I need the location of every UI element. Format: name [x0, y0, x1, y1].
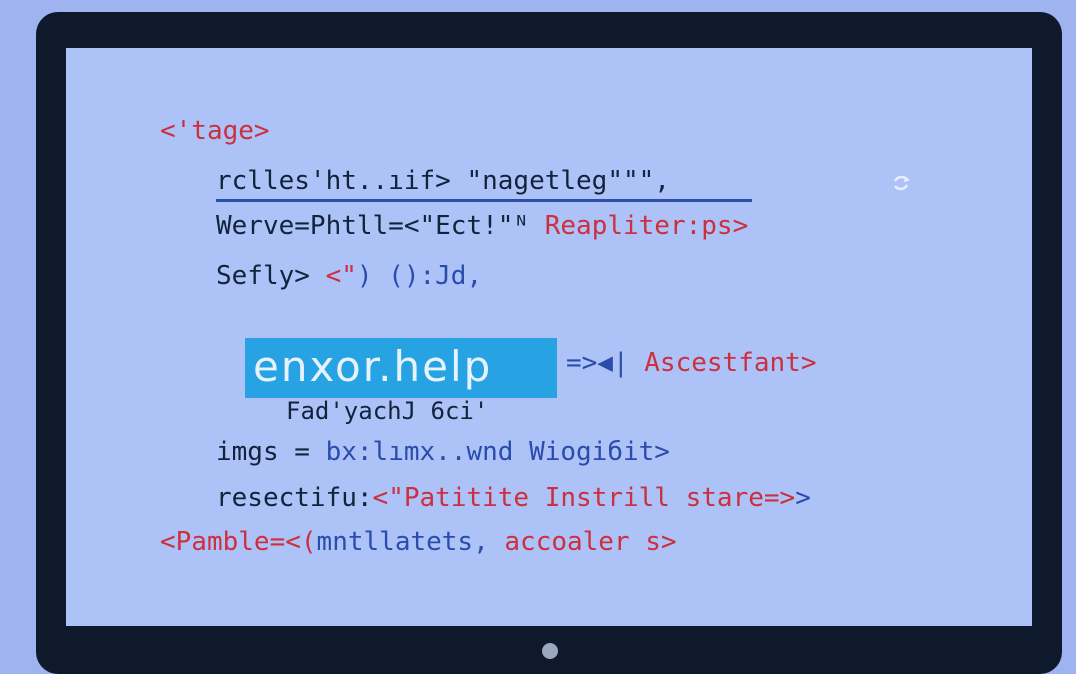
code-line-5-part-c: Ascestfant>: [644, 348, 817, 378]
code-line-8-part-b: <"Patitite Instrill stare=>: [372, 483, 796, 513]
selected-code-highlight[interactable]: enxor.help: [245, 338, 557, 398]
code-line-9-part-c: accoaler s>: [504, 527, 677, 557]
code-line-3-part-a: Werve=Phtll=<"Ect!"ᴺ: [216, 211, 545, 241]
code-line-5-part-b: =>◀|: [566, 348, 645, 378]
code-line-8-part-a: resectifu:: [216, 483, 373, 513]
code-underline: [216, 199, 752, 202]
code-line-3-part-b: Reapliter:ps>: [544, 211, 749, 241]
refresh-icon: [893, 175, 910, 191]
webcam-dot-icon: [542, 643, 558, 659]
code-line-2: rclles'ht..ıif> "nagetleg""",: [216, 166, 670, 196]
code-line-4-part-a: Sefly>: [216, 261, 326, 291]
code-line-7-part-b: bx:lımx..wnd Wiogiбit>: [325, 437, 670, 467]
code-line-7-part-a: imgs =: [216, 437, 326, 467]
code-line-4-part-c: ) ():Jd,: [356, 261, 483, 291]
code-line-1: <'tage>: [160, 116, 270, 146]
code-line-8: resectifu:<"Patitite Instrill stare=>>: [216, 483, 811, 513]
highlight-text: enxor.help: [253, 342, 493, 391]
code-line-4-part-b: <": [325, 261, 357, 291]
code-line-6: Fad'yachJ 6ci': [286, 397, 489, 425]
code-line-9-part-a: <Pamble=<(: [160, 527, 317, 557]
code-line-3: Werve=Phtll=<"Ect!"ᴺ Reapliter:ps>: [216, 211, 748, 241]
code-line-2-part-b: "nagetleg""",: [466, 166, 670, 196]
code-line-9-part-b: mntllatets,: [316, 527, 505, 557]
code-line-8-part-c: >: [795, 483, 811, 513]
code-line-5-tail: =>◀| Ascestfant>: [566, 348, 816, 378]
code-line-7: imgs = bx:lımx..wnd Wiogiбit>: [216, 437, 670, 467]
code-line-2-part-a: rclles'ht..ıif>: [216, 166, 467, 196]
code-line-9: <Pamble=<(mntllatets, accoaler s>: [160, 527, 677, 557]
code-line-4: Sefly> <") ():Jd,: [216, 261, 482, 291]
